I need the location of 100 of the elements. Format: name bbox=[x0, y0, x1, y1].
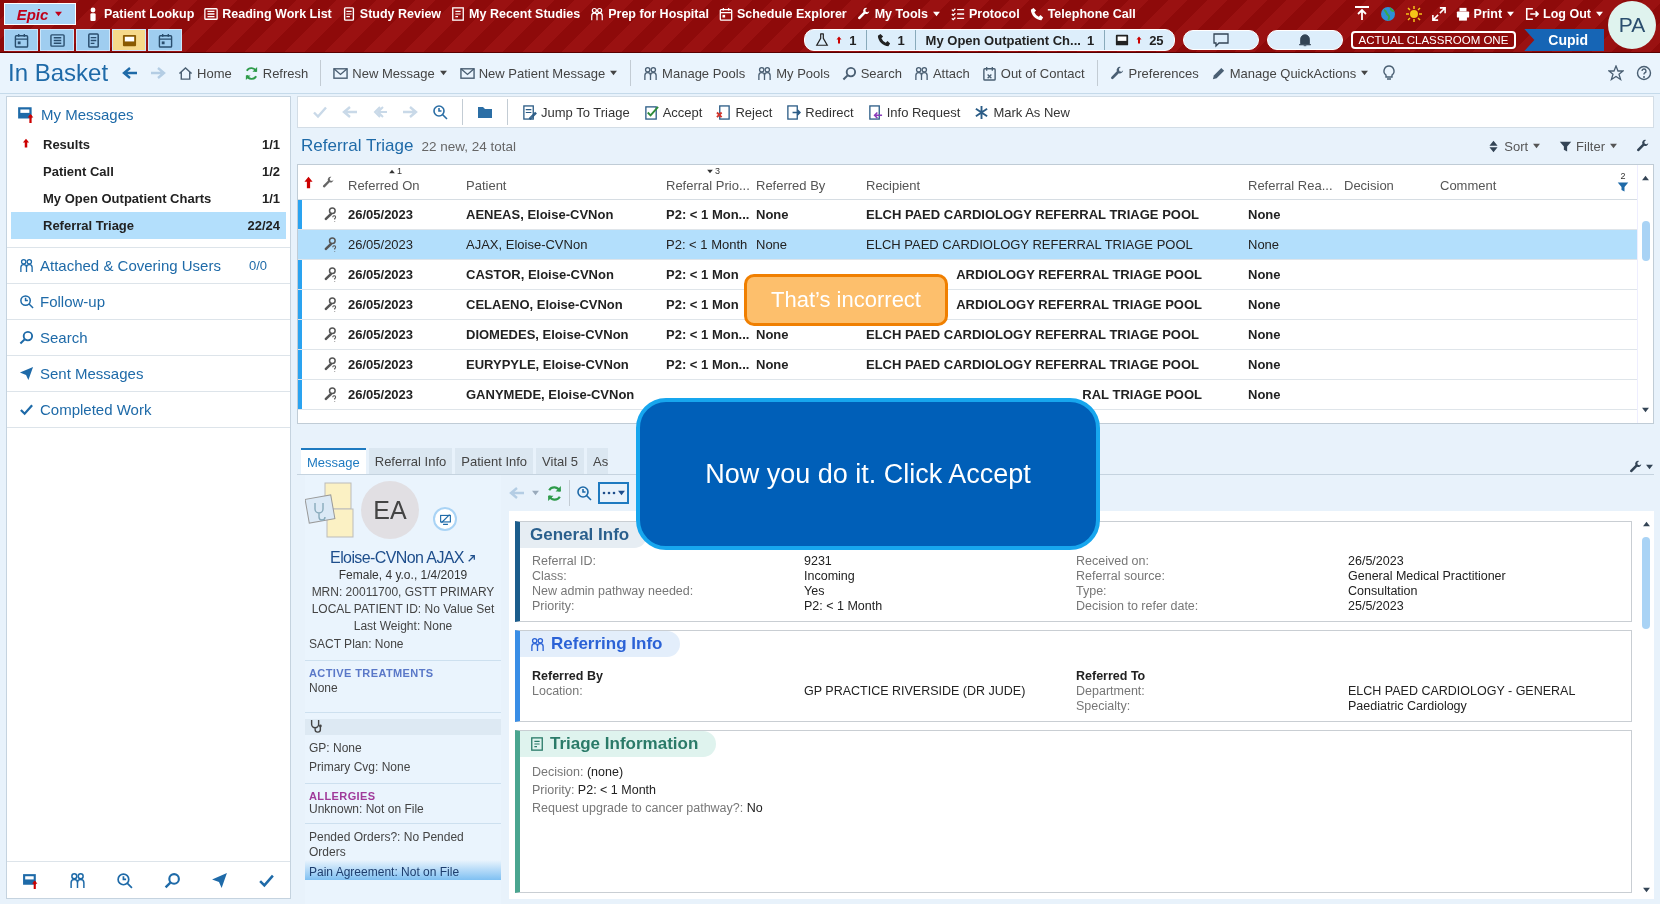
patient-demographics: Female, 4 y.o., 1/4/2019 bbox=[337, 567, 469, 584]
menu-item[interactable]: My Tools bbox=[856, 7, 941, 21]
folder-item[interactable]: My Open Outpatient Charts 1/1 bbox=[11, 185, 286, 212]
filter-button[interactable]: Filter bbox=[1559, 138, 1618, 154]
toolbar-button[interactable]: New Patient Message bbox=[459, 65, 619, 81]
sidebar-shortcut[interactable] bbox=[22, 871, 40, 889]
caret-icon bbox=[1506, 11, 1516, 17]
toolbar-button[interactable]: My Pools bbox=[757, 65, 830, 81]
menu-item[interactable]: Patient Lookup bbox=[86, 7, 195, 21]
folder-item[interactable]: Results 1/1 bbox=[11, 131, 286, 158]
table-row[interactable]: 26/05/2023 AJAX, Eloise-CVNon P2: < 1 Month None ELCH PAED CARDIOLOGY REFERRAL TRIAGE POOL None bbox=[298, 230, 1637, 260]
tab[interactable]: Referral Info bbox=[368, 448, 453, 474]
user-avatar[interactable]: PA bbox=[1608, 1, 1656, 49]
activity-tab[interactable] bbox=[112, 29, 146, 51]
chat-button[interactable] bbox=[1182, 30, 1259, 50]
sidebar-link[interactable]: Completed Work bbox=[7, 391, 290, 427]
filter-indicator[interactable]: 2 bbox=[1609, 171, 1637, 193]
tab[interactable]: Patient Info bbox=[455, 448, 534, 474]
sidebar-link[interactable]: Follow-up bbox=[7, 283, 290, 319]
table-row[interactable]: 26/05/2023 EURYPYLE, Eloise-CVNon P2: < 1 Mon... None ELCH PAED CARDIOLOGY REFERRAL TRIAGE POOL None bbox=[298, 350, 1637, 380]
toolbar-button[interactable]: Manage Pools bbox=[630, 60, 746, 86]
toolbar-button[interactable]: Mark As New bbox=[974, 104, 1070, 120]
toolbar-button[interactable]: Accept bbox=[643, 104, 703, 120]
column-header[interactable]: Decision bbox=[1340, 165, 1436, 199]
column-header[interactable]: Referred On 1 bbox=[344, 165, 462, 199]
scroll-up-arrow-icon[interactable] bbox=[1641, 175, 1650, 181]
menu-item[interactable]: Study Review bbox=[341, 7, 442, 21]
sidebar-link[interactable]: Sent Messages bbox=[7, 355, 290, 391]
status-pill[interactable]: 1 bbox=[867, 30, 916, 50]
toolbar-button[interactable]: Reject bbox=[716, 104, 773, 120]
epic-menu-button[interactable]: Epic bbox=[4, 3, 76, 25]
folder-item[interactable]: Referral Triage 22/24 bbox=[11, 212, 286, 239]
toolbar-button[interactable]: Refresh bbox=[243, 65, 309, 81]
refresh-button[interactable] bbox=[546, 484, 563, 502]
folder-item[interactable]: Patient Call 1/2 bbox=[11, 158, 286, 185]
favorite-button[interactable] bbox=[1608, 65, 1624, 81]
zoom-button[interactable] bbox=[576, 485, 592, 501]
toolbar-button[interactable]: Home bbox=[178, 65, 232, 81]
toolbar-button[interactable]: Preferences bbox=[1096, 60, 1199, 86]
download-icon bbox=[1353, 6, 1370, 22]
toolbar-button[interactable]: New Message bbox=[320, 60, 448, 86]
back-button[interactable] bbox=[122, 65, 139, 81]
menu-item[interactable]: Print bbox=[1455, 7, 1516, 21]
edit-photo-button[interactable] bbox=[433, 507, 457, 531]
toolbar-button[interactable]: Out of Contact bbox=[981, 65, 1085, 81]
tab[interactable]: Vital 5 bbox=[536, 448, 584, 474]
sidebar-shortcut[interactable] bbox=[163, 871, 181, 889]
menu-item[interactable]: Log Out bbox=[1525, 7, 1604, 21]
sort-button[interactable]: Sort bbox=[1487, 138, 1542, 154]
calendar-icon bbox=[13, 32, 29, 48]
settings-button[interactable] bbox=[1636, 139, 1650, 153]
menu-item[interactable]: Telephone Call bbox=[1029, 7, 1136, 21]
scroll-down-arrow-icon[interactable] bbox=[1641, 887, 1651, 893]
sidebar-shortcut[interactable] bbox=[210, 871, 228, 889]
column-header[interactable]: Referral Prio... 3 bbox=[662, 165, 752, 199]
sidebar-link[interactable]: Attached & Covering Users 0/0 bbox=[7, 247, 290, 283]
tab[interactable]: Message bbox=[301, 448, 366, 474]
column-header[interactable]: Comment bbox=[1436, 165, 1609, 199]
status-pill[interactable]: 1 bbox=[805, 30, 868, 50]
document-icon bbox=[341, 7, 356, 21]
toolbar-button[interactable]: Redirect bbox=[786, 104, 854, 120]
notifications-button[interactable] bbox=[1266, 30, 1343, 50]
activity-tab[interactable] bbox=[40, 29, 74, 51]
activity-tab[interactable] bbox=[76, 29, 110, 51]
menu-item[interactable]: Protocol bbox=[950, 7, 1020, 21]
menu-item[interactable]: Prep for Hospital bbox=[590, 7, 709, 21]
sidebar-link[interactable]: Search bbox=[7, 319, 290, 355]
toolbar-button[interactable]: Jump To Triage bbox=[522, 104, 630, 120]
more-button[interactable] bbox=[598, 482, 629, 504]
tab[interactable]: As bbox=[587, 448, 609, 474]
help-button[interactable] bbox=[1636, 65, 1652, 81]
sidebar-shortcut[interactable] bbox=[69, 871, 87, 889]
pended-orders: Pended Orders?: No Pended Orders bbox=[308, 830, 465, 860]
menu-item[interactable]: Schedule Explorer bbox=[718, 7, 847, 21]
scroll-down-arrow-icon[interactable] bbox=[1641, 407, 1650, 413]
table-cell-text: 26/05/2023 bbox=[347, 297, 415, 312]
sidebar-shortcut[interactable] bbox=[116, 871, 134, 889]
column-header[interactable]: Referred By bbox=[752, 165, 862, 199]
patient-name-link[interactable]: Eloise-CVNon AJAX bbox=[305, 549, 501, 567]
status-pill[interactable]: 25 bbox=[1105, 30, 1174, 50]
menu-item[interactable]: Reading Work List bbox=[204, 7, 332, 21]
scroll-up-arrow-icon[interactable] bbox=[1641, 521, 1651, 527]
menu-item[interactable]: My Recent Studies bbox=[451, 7, 581, 21]
status-pill[interactable]: My Open Outpatient Ch... 1 bbox=[915, 30, 1106, 50]
scrollbar-thumb[interactable] bbox=[1641, 221, 1650, 261]
toolbar-button[interactable]: Info Request bbox=[867, 104, 961, 120]
activity-tab[interactable] bbox=[148, 29, 182, 51]
toolbar-button[interactable] bbox=[432, 104, 448, 120]
toolbar-button[interactable]: Manage QuickActions bbox=[1210, 65, 1370, 81]
toolbar-button[interactable] bbox=[477, 104, 493, 120]
my-messages-header[interactable]: My Messages bbox=[7, 97, 290, 131]
column-header[interactable]: Referral Rea... bbox=[1244, 165, 1340, 199]
tips-button[interactable] bbox=[1381, 65, 1398, 81]
column-header[interactable]: Patient bbox=[462, 165, 662, 199]
toolbar-button[interactable]: Attach bbox=[913, 65, 970, 81]
activity-tab[interactable] bbox=[4, 29, 38, 51]
field-value: P2: < 1 Month bbox=[804, 599, 884, 613]
toolbar-button[interactable]: Search bbox=[841, 65, 902, 81]
column-header[interactable]: Recipient bbox=[862, 165, 1244, 199]
scrollbar-thumb[interactable] bbox=[1642, 537, 1650, 629]
